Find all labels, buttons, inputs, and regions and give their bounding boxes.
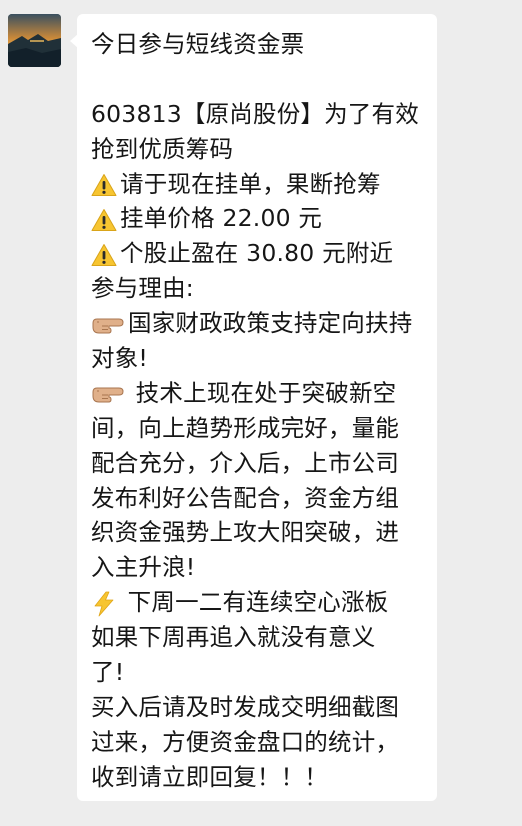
message-line-text: 个股止盈在 30.80 元附近	[120, 239, 394, 268]
message-line-text: 过来，方便资金盘口的统计，	[91, 727, 400, 756]
chat-message-row: 今日参与短线资金票 603813【原尚股份】为了有效 抢到优质筹码 请于现在挂单，果…	[0, 0, 522, 826]
message-line-text: 间，向上趋势形成完好，量能	[91, 413, 400, 442]
message-text: 今日参与短线资金票 603813【原尚股份】为了有效 抢到优质筹码 请于现在挂单，果…	[91, 27, 423, 795]
message-line: 技术上现在处于突破新空	[91, 376, 423, 411]
lightning-icon	[91, 591, 117, 617]
message-line-text: 织资金强势上攻大阳突破，进	[91, 518, 400, 547]
message-line: 603813【原尚股份】为了有效	[91, 97, 423, 132]
message-line: 抢到优质筹码	[91, 132, 423, 167]
message-line: 间，向上趋势形成完好，量能	[91, 411, 423, 446]
message-line: 下周一二有连续空心涨板	[91, 585, 423, 620]
message-bubble[interactable]: 今日参与短线资金票 603813【原尚股份】为了有效 抢到优质筹码 请于现在挂单，果…	[77, 14, 437, 801]
message-line: 入主升浪!	[91, 550, 423, 585]
message-line: 发布利好公告配合，资金方组	[91, 481, 423, 516]
message-line: 请于现在挂单，果断抢筹	[91, 167, 423, 202]
landscape-avatar-icon	[8, 14, 61, 67]
message-line-text: 入主升浪!	[91, 553, 196, 582]
message-line-text: 603813【原尚股份】为了有效	[91, 99, 419, 128]
warning-icon	[91, 208, 117, 232]
message-line-text: 了!	[91, 658, 125, 687]
pointing-hand-icon	[91, 382, 125, 406]
message-line: 参与理由:	[91, 271, 423, 306]
message-line: 了!	[91, 655, 423, 690]
message-line-text: 对象!	[91, 344, 149, 373]
message-line-text: 发布利好公告配合，资金方组	[91, 483, 400, 512]
message-line-text: 今日参与短线资金票	[91, 30, 305, 58]
message-line-text: 挂单价格 22.00 元	[120, 204, 323, 233]
message-line-text: 配合充分，介入后，上市公司	[91, 448, 400, 477]
pointing-hand-icon	[91, 313, 125, 337]
message-line: 买入后请及时发成交明细截图	[91, 690, 423, 725]
message-line-text: 买入后请及时发成交明细截图	[91, 692, 400, 721]
message-line: 国家财政政策支持定向扶持	[91, 306, 423, 341]
message-line: 挂单价格 22.00 元	[91, 201, 423, 236]
sender-avatar[interactable]	[8, 14, 61, 67]
message-line-text: 收到请立即回复！！！	[91, 762, 328, 791]
message-line: 如果下周再追入就没有意义	[91, 620, 423, 655]
message-line: 今日参与短线资金票	[91, 27, 423, 62]
message-line-text: 技术上现在处于突破新空	[128, 378, 397, 407]
warning-icon	[91, 173, 117, 197]
message-line: 织资金强势上攻大阳突破，进	[91, 515, 423, 550]
message-line: 对象!	[91, 341, 423, 376]
message-line	[91, 62, 423, 97]
warning-icon	[91, 243, 117, 267]
message-line-text: 参与理由:	[91, 274, 194, 303]
message-line: 配合充分，介入后，上市公司	[91, 446, 423, 481]
message-line-text: 请于现在挂单，果断抢筹	[120, 169, 381, 198]
message-line-text: 下周一二有连续空心涨板	[120, 588, 389, 617]
message-line: 过来，方便资金盘口的统计，	[91, 725, 423, 760]
message-line-text: 抢到优质筹码	[91, 134, 234, 163]
message-line: 收到请立即回复！！！	[91, 760, 423, 795]
message-line-text: 国家财政政策支持定向扶持	[128, 309, 413, 338]
message-line-text: 如果下周再追入就没有意义	[91, 623, 376, 652]
message-line: 个股止盈在 30.80 元附近	[91, 236, 423, 271]
